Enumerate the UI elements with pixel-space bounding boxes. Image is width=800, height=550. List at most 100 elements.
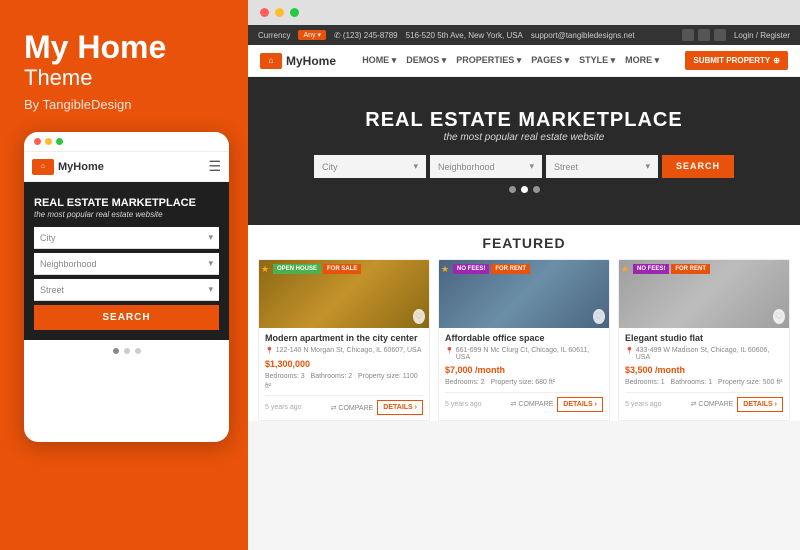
desktop-mockup: Currency Any ▾ ✆ (123) 245-8789 516-520 …	[248, 0, 800, 550]
card-1-title: Modern apartment in the city center	[265, 333, 423, 344]
card-1-age: 5 years ago	[265, 404, 302, 411]
left-panel: My Home Theme By TangibleDesign ⌂ MyHome…	[0, 0, 248, 550]
card-3-image: ★ NO FEES! FOR RENT ♡	[619, 260, 789, 328]
card-2-actions: ⇄ COMPARE DETAILS ›	[511, 397, 603, 412]
mobile-city-label: City	[40, 233, 56, 243]
mobile-street-chevron: ▾	[208, 284, 213, 295]
card-1-details-button[interactable]: DETAILS ›	[377, 400, 423, 415]
card-3-address: 📍 433-499 W Madison St, Chicago, IL 6060…	[625, 347, 783, 361]
hero-subtitle: the most popular real estate website	[444, 132, 605, 143]
mobile-street-select[interactable]: Street ▾	[34, 279, 219, 301]
nav-style[interactable]: STYLE ▾	[579, 55, 615, 66]
topbar-email: support@tangibledesigns.net	[531, 31, 635, 40]
facebook-icon[interactable]	[682, 29, 694, 41]
nav-links: HOME ▾ DEMOS ▾ PROPERTIES ▾ PAGES ▾ STYL…	[362, 55, 659, 66]
hero-search-button[interactable]: SEARCH	[662, 155, 734, 178]
mobile-neighborhood-chevron: ▾	[208, 258, 213, 269]
submit-property-label: SUBMIT PROPERTY	[693, 56, 770, 65]
card-2-compare[interactable]: ⇄ COMPARE	[511, 400, 554, 408]
card-3-actions: ⇄ COMPARE DETAILS ›	[691, 397, 783, 412]
card-2-footer: 5 years ago ⇄ COMPARE DETAILS ›	[445, 392, 603, 412]
twitter-icon[interactable]	[698, 29, 710, 41]
mobile-mockup: ⌂ MyHome ☰ REAL ESTATE MARKETPLACE the m…	[24, 132, 229, 442]
mobile-pagination-dots	[24, 340, 229, 362]
mobile-dot-red	[34, 138, 41, 145]
nav-demos[interactable]: DEMOS ▾	[406, 55, 446, 66]
card-3-pin-icon: 📍	[625, 347, 634, 355]
card-3-title: Elegant studio flat	[625, 333, 783, 344]
card-3-age: 5 years ago	[625, 401, 662, 408]
card-2-details-button[interactable]: DETAILS ›	[557, 397, 603, 412]
app-subtitle: Theme	[24, 65, 224, 91]
nav-pages[interactable]: PAGES ▾	[531, 55, 569, 66]
card-2-price: $7,000 /month	[445, 365, 603, 375]
badge-no-fees-3: NO FEES!	[633, 264, 669, 274]
hero-dot-2	[521, 186, 528, 193]
hero-city-select[interactable]: City ▾	[314, 155, 426, 178]
login-link[interactable]: Login / Register	[734, 31, 790, 40]
card-2-address: 📍 661-699 N Mc Clurg Ct, Chicago, IL 606…	[445, 347, 603, 361]
card-3-footer: 5 years ago ⇄ COMPARE DETAILS ›	[625, 392, 783, 412]
card-1-heart-icon[interactable]: ♡	[413, 309, 425, 324]
mobile-topbar	[24, 132, 229, 152]
desktop-topbar: Currency Any ▾ ✆ (123) 245-8789 516-520 …	[248, 25, 800, 45]
topbar-phone: ✆ (123) 245-8789	[334, 31, 398, 40]
card-3-badges: NO FEES! FOR RENT	[633, 264, 710, 274]
hero-neighborhood-chevron: ▾	[529, 161, 534, 172]
property-card-3: ★ NO FEES! FOR RENT ♡ Elegant studio fla…	[618, 259, 790, 421]
nav-home[interactable]: HOME ▾	[362, 55, 396, 66]
topbar-right: Login / Register	[682, 29, 790, 41]
mobile-neighborhood-label: Neighborhood	[40, 259, 97, 269]
chrome-dot-yellow	[275, 8, 284, 17]
property-card-1: ★ OPEN HOUSE FOR SALE ♡ Modern apartment…	[258, 259, 430, 421]
mobile-search-button[interactable]: SEARCH	[34, 305, 219, 330]
chrome-dot-red	[260, 8, 269, 17]
mobile-hero: REAL ESTATE MARKETPLACE the most popular…	[24, 182, 229, 340]
mobile-hero-subtitle: the most popular real estate website	[34, 210, 219, 219]
mobile-dot-1	[113, 348, 119, 354]
card-3-heart-icon[interactable]: ♡	[773, 309, 785, 324]
nav-more[interactable]: MORE ▾	[625, 55, 659, 66]
mobile-city-select[interactable]: City ▾	[34, 227, 219, 249]
card-2-pin-icon: 📍	[445, 347, 454, 355]
hero-street-select[interactable]: Street ▾	[546, 155, 658, 178]
hero-neighborhood-label: Neighborhood	[438, 162, 495, 172]
card-3-compare[interactable]: ⇄ COMPARE	[691, 400, 734, 408]
social-icons	[682, 29, 726, 41]
hero-city-label: City	[322, 162, 338, 172]
currency-select[interactable]: Any ▾	[298, 30, 326, 40]
card-2-badges: NO FEES! FOR RENT	[453, 264, 530, 274]
card-1-actions: ⇄ COMPARE DETAILS ›	[331, 400, 423, 415]
card-3-details: Bedrooms: 1 Bathrooms: 1 Property size: …	[625, 378, 783, 388]
linkedin-icon[interactable]	[714, 29, 726, 41]
mobile-logo-icon: ⌂	[32, 159, 54, 175]
app-title: My Home	[24, 30, 224, 65]
hamburger-icon[interactable]: ☰	[208, 158, 221, 175]
mobile-street-label: Street	[40, 285, 64, 295]
mobile-dot-2	[124, 348, 130, 354]
hero-city-chevron: ▾	[413, 161, 418, 172]
card-2-heart-icon[interactable]: ♡	[593, 309, 605, 324]
submit-icon: ⊕	[773, 56, 780, 65]
card-2-image: ★ NO FEES! FOR RENT ♡	[439, 260, 609, 328]
card-2-star: ★	[441, 264, 449, 275]
card-1-body: Modern apartment in the city center 📍 12…	[259, 328, 429, 420]
badge-for-rent-3: FOR RENT	[671, 264, 710, 274]
property-card-2: ★ NO FEES! FOR RENT ♡ Affordable office …	[438, 259, 610, 421]
hero-neighborhood-select[interactable]: Neighborhood ▾	[430, 155, 542, 178]
currency-label: Currency	[258, 31, 290, 40]
hero-search-bar: City ▾ Neighborhood ▾ Street ▾ SEARCH	[314, 155, 734, 178]
card-3-details-button[interactable]: DETAILS ›	[737, 397, 783, 412]
submit-property-button[interactable]: SUBMIT PROPERTY ⊕	[685, 51, 788, 70]
mobile-neighborhood-select[interactable]: Neighborhood ▾	[34, 253, 219, 275]
nav-properties[interactable]: PROPERTIES ▾	[456, 55, 521, 66]
mobile-city-chevron: ▾	[208, 232, 213, 243]
card-1-compare[interactable]: ⇄ COMPARE	[331, 404, 374, 412]
topbar-left: Currency Any ▾ ✆ (123) 245-8789 516-520 …	[258, 30, 635, 40]
card-2-title: Affordable office space	[445, 333, 603, 344]
badge-for-rent-2: FOR RENT	[491, 264, 530, 274]
card-1-badges: OPEN HOUSE FOR SALE	[273, 264, 361, 274]
mobile-window-dots	[34, 138, 63, 145]
badge-for-sale: FOR SALE	[323, 264, 361, 274]
card-2-age: 5 years ago	[445, 401, 482, 408]
